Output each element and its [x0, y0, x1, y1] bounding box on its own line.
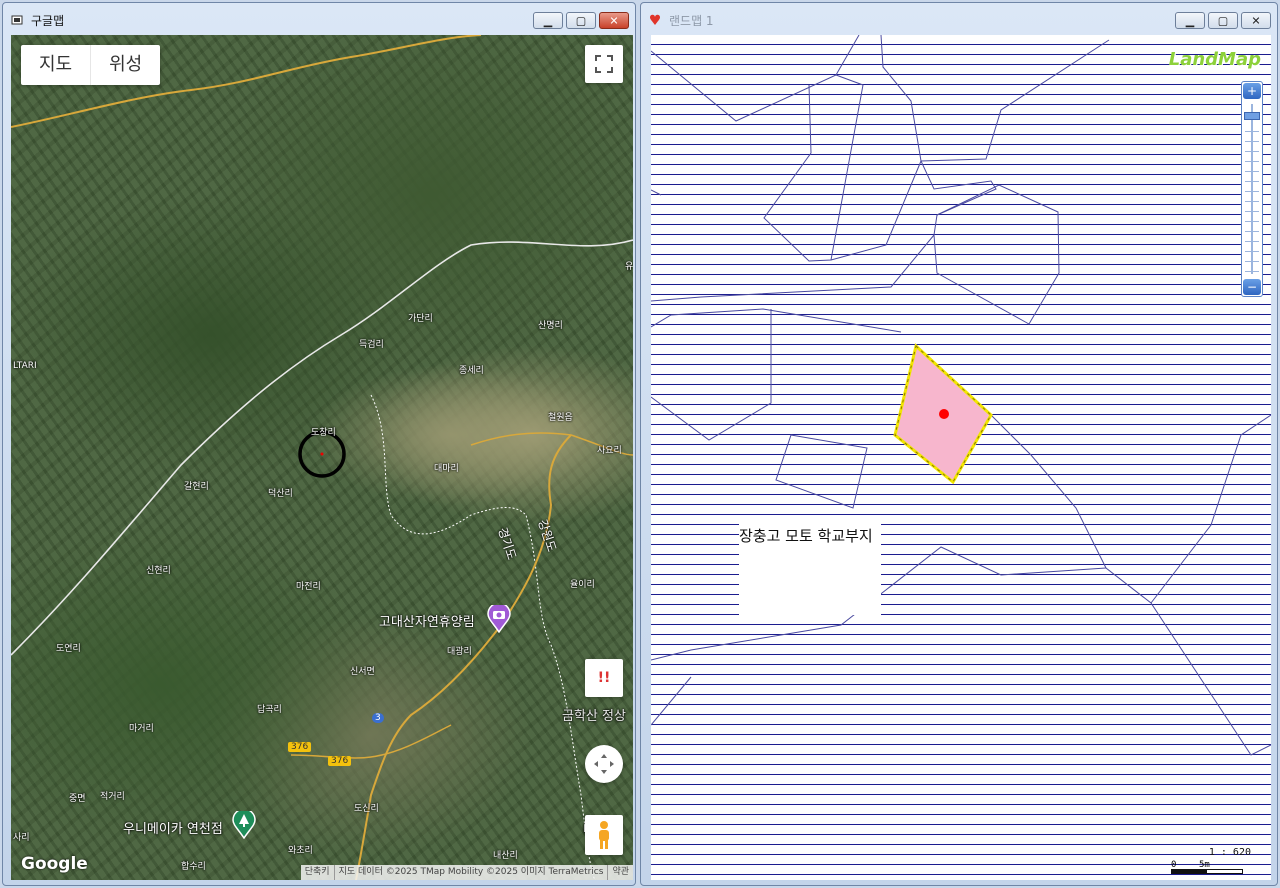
google-window-titlebar[interactable]: 구글맵 ▁ ▢ ✕ — [3, 3, 635, 33]
place-label: 율이리 — [570, 580, 595, 590]
place-label: 종세리 — [459, 366, 484, 376]
place-label: 도신리 — [354, 804, 379, 814]
place-label: 대마리 — [434, 464, 459, 474]
parcel-label: 장충고 모토 학교부지 — [739, 523, 881, 615]
place-label: 갈현리 — [184, 482, 209, 492]
report-button[interactable]: !! — [585, 659, 623, 697]
place-label: 유 — [625, 262, 633, 272]
map-type-map-button[interactable]: 지도 — [21, 45, 90, 85]
place-label: 덕산리 — [268, 489, 293, 499]
place-label: 답곡리 — [257, 705, 282, 715]
close-icon: ✕ — [609, 14, 619, 27]
place-label: 가단리 — [408, 314, 433, 324]
map-data-credit: 지도 데이터 ©2025 TMap Mobility ©2025 이미지 Ter… — [333, 865, 608, 880]
terms-link[interactable]: 약관 — [607, 865, 633, 880]
place-label: 사리 — [13, 833, 30, 843]
map-compass-icon — [594, 754, 614, 774]
google-map-window: 구글맵 ▁ ▢ ✕ 지도 위성 LTARI 가단리 산명리 득검리 종세리 철원… — [2, 2, 636, 886]
poi-label[interactable]: 고대산자연휴양림 — [379, 611, 475, 630]
place-label: 와초리 — [288, 846, 313, 856]
place-label: 산명리 — [538, 321, 563, 331]
cadastral-map[interactable]: LandMap + − 장충고 모토 학교부지 1 : 620 0 5m — [651, 35, 1271, 880]
landmap-logo: LandMap — [1168, 49, 1261, 70]
maximize-button[interactable]: ▢ — [566, 12, 596, 29]
place-label: 도창리 — [311, 428, 336, 438]
zoom-slider-thumb[interactable] — [1244, 112, 1260, 120]
pegman-icon — [599, 821, 609, 849]
road-number-badge: 376 — [328, 756, 352, 766]
camera-pin-icon[interactable] — [487, 605, 511, 633]
map-type-toggle[interactable]: 지도 위성 — [21, 45, 161, 85]
fullscreen-icon — [595, 55, 613, 73]
road-number-badge: 3 — [372, 713, 384, 723]
keyboard-shortcuts-link[interactable]: 단축키 — [301, 865, 334, 880]
tree-pin-icon[interactable] — [232, 811, 256, 839]
maximize-button[interactable]: ▢ — [1208, 12, 1238, 29]
map-roads-layer — [11, 35, 633, 880]
map-attribution: 단축키 지도 데이터 ©2025 TMap Mobility ©2025 이미지… — [300, 865, 633, 880]
zoom-in-button[interactable]: + — [1243, 83, 1261, 99]
close-button[interactable]: ✕ — [1241, 12, 1271, 29]
zoom-in-icon: + — [1246, 84, 1258, 98]
close-button[interactable]: ✕ — [599, 12, 629, 29]
zoom-ticks — [1245, 122, 1259, 272]
minimize-icon: ▁ — [543, 14, 553, 27]
place-label: 대광리 — [447, 647, 472, 657]
street-view-pegman-button[interactable] — [585, 815, 623, 855]
place-label: 신현리 — [146, 566, 171, 576]
window-title: 구글맵 — [31, 14, 65, 28]
place-label: 도연리 — [56, 644, 81, 654]
place-label: 신서면 — [350, 667, 375, 677]
parcel-boundaries-layer — [651, 35, 1271, 756]
minimize-icon: ▁ — [1185, 14, 1195, 27]
maximize-icon: ▢ — [575, 14, 587, 27]
place-label: 득검리 — [359, 340, 384, 350]
map-type-satellite-button[interactable]: 위성 — [90, 45, 160, 85]
place-label: 마전리 — [296, 582, 321, 592]
camera-control-button[interactable] — [585, 745, 623, 783]
window-title: 랜드맵 1 — [669, 14, 714, 28]
app-icon — [11, 15, 23, 25]
place-label: 내산리 — [493, 851, 518, 861]
road-number-badge: 376 — [288, 742, 312, 752]
place-label: 합수리 — [181, 862, 206, 872]
scale-bar: 0 5m — [1171, 860, 1243, 876]
close-icon: ✕ — [1251, 14, 1261, 27]
satellite-map[interactable]: 지도 위성 LTARI 가단리 산명리 득검리 종세리 철원읍 사요리 도창리 … — [11, 35, 633, 880]
fullscreen-button[interactable] — [585, 45, 623, 83]
place-label: LTARI — [13, 361, 37, 371]
landmap-window: 랜드맵 1 ▁ ▢ ✕ LandMap + − 장충고 모토 학교부지 1: … — [640, 2, 1278, 886]
place-label: 마거리 — [129, 724, 154, 734]
scale-ratio: 1 : 620 — [1208, 847, 1251, 858]
poi-label[interactable]: 우니메이카 연천점 — [123, 818, 223, 837]
place-label: 적거리 — [100, 792, 125, 802]
maximize-icon: ▢ — [1217, 14, 1229, 27]
place-label: 사요리 — [597, 446, 622, 456]
report-label: !! — [597, 670, 611, 686]
landmap-window-titlebar[interactable]: 랜드맵 1 ▁ ▢ ✕ — [641, 3, 1277, 33]
landmap-app-icon — [649, 14, 661, 25]
place-label: 중면 — [69, 794, 86, 804]
minimize-button[interactable]: ▁ — [533, 12, 563, 29]
zoom-out-button[interactable]: − — [1243, 279, 1261, 295]
place-label: 철원읍 — [548, 413, 573, 423]
google-logo: Google — [21, 854, 88, 874]
zoom-out-icon: − — [1246, 280, 1258, 294]
zoom-control[interactable]: + − — [1241, 81, 1263, 297]
poi-label[interactable]: 금학산 정상 — [562, 705, 626, 724]
minimize-button[interactable]: ▁ — [1175, 12, 1205, 29]
